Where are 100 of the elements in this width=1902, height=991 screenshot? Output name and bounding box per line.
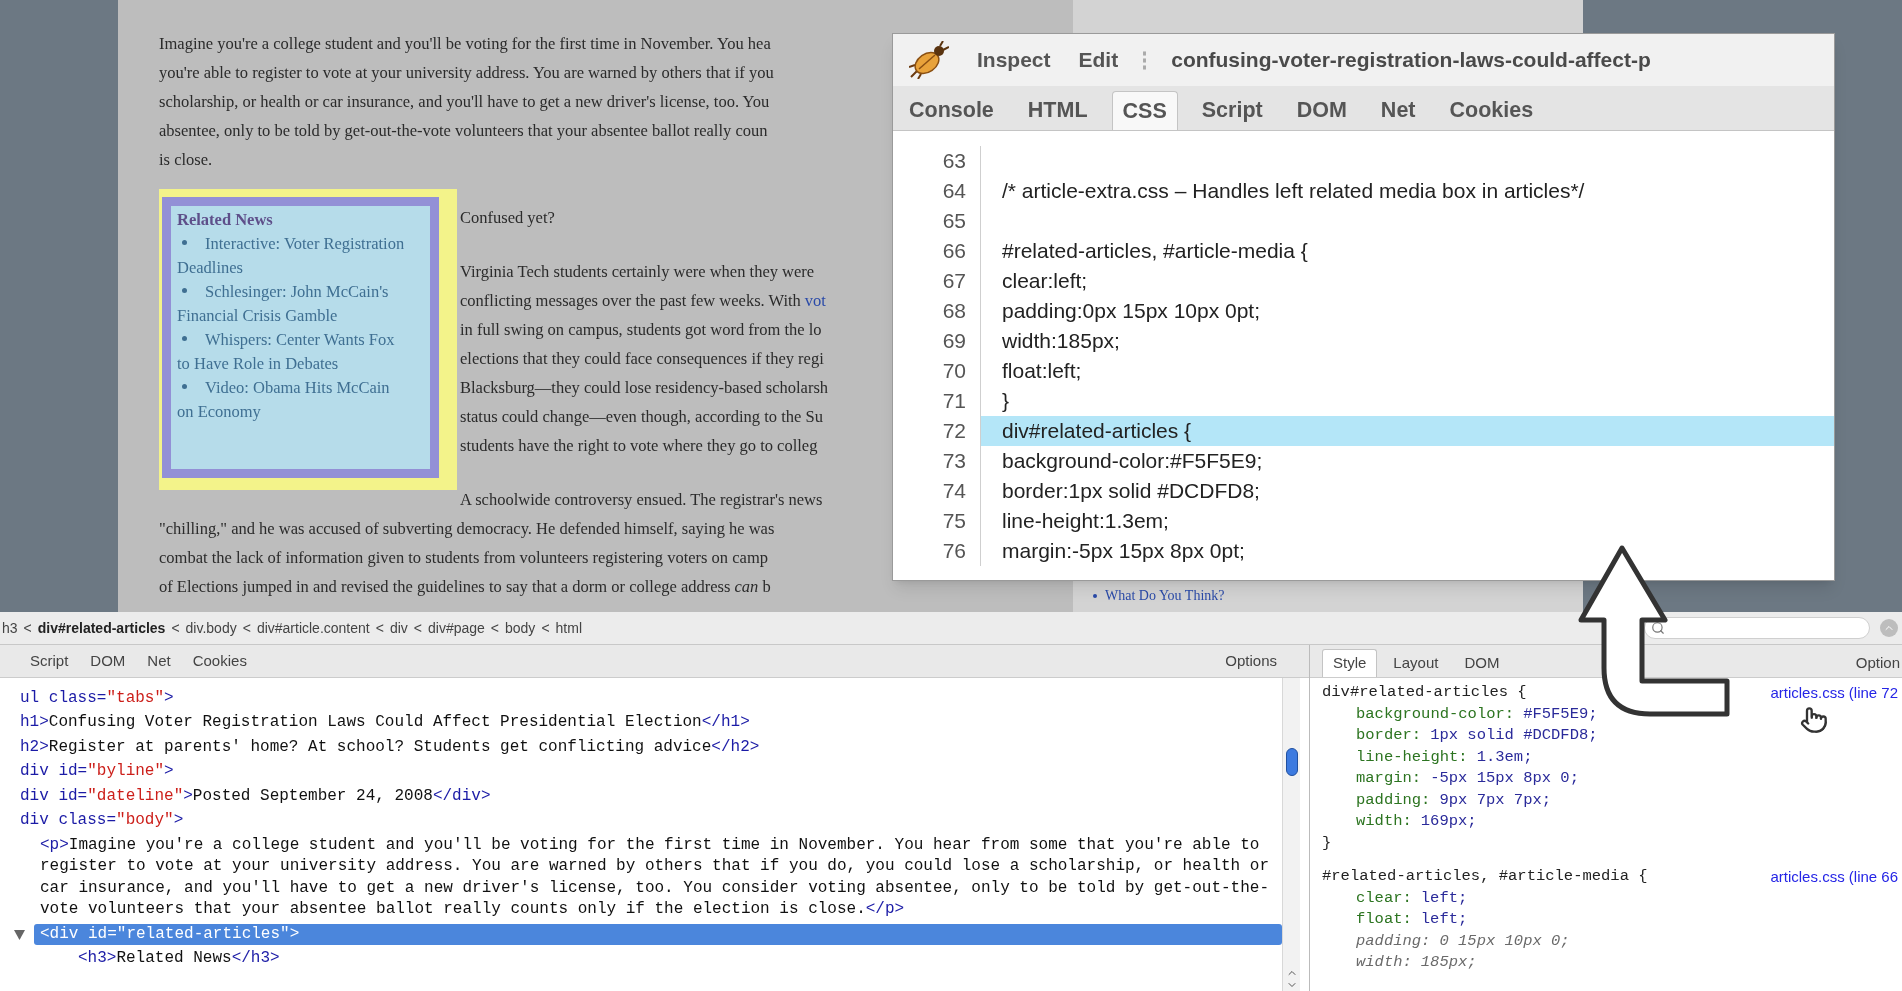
css-declaration[interactable]: line-height: 1.3em; bbox=[1356, 746, 1533, 768]
html-node-row[interactable]: h2>Register at parents' home? At school? Students get conflicting advice</h2> bbox=[14, 736, 1282, 758]
css-declaration[interactable]: background-color: #F5F5E9; bbox=[1356, 703, 1598, 725]
breadcrumb-separator: < bbox=[375, 618, 384, 638]
code-line: background-color:#F5F5E9; bbox=[1001, 448, 1264, 475]
page-title: confusing-voter-registration-laws-could-affect-p bbox=[1171, 47, 1651, 74]
css-declaration[interactable]: padding: 0 15px 10px 0; bbox=[1356, 930, 1570, 952]
line-number: 64 bbox=[942, 178, 966, 205]
side-panel-tab[interactable]: DOM bbox=[1454, 649, 1510, 677]
line-number: 71 bbox=[942, 388, 966, 415]
code-line: /* article-extra.css – Handles left related media box in articles*/ bbox=[1001, 178, 1586, 205]
source-link[interactable]: articles.css (line 66 bbox=[1770, 866, 1898, 888]
breadcrumb-separator: < bbox=[242, 618, 251, 638]
line-number: 73 bbox=[942, 448, 966, 475]
css-declaration[interactable]: width: 169px; bbox=[1356, 811, 1477, 833]
html-node-row[interactable]: <p>Imagine you're a college student and you'll be voting for the first time in November. You hear from some that you're able to register to vote at your university address. You are warned by others that if you do, you could lose a scholarship, or health or car insurance, and you'll have to get a new driver's license, too. You consider voting absentee, only to be told by get-out-the-vote volunteers that your absentee ballot really counts only if the election is close.</p> bbox=[34, 834, 1282, 921]
breadcrumb-item[interactable]: div#related-articles bbox=[37, 617, 166, 639]
css-brace: } bbox=[1322, 832, 1332, 854]
line-number: 66 bbox=[942, 238, 966, 265]
css-selector: #related-articles, #article-media { bbox=[1322, 866, 1648, 887]
html-node-row[interactable]: <div id="related-articles"> bbox=[34, 923, 1282, 945]
line-number: 75 bbox=[942, 508, 966, 535]
breadcrumb-item[interactable]: h3 bbox=[2, 617, 18, 639]
related-news-link[interactable]: Schlesinger: John McCain's Financial Crisis Gamble bbox=[177, 280, 424, 328]
inspector-tab[interactable]: DOM bbox=[1286, 91, 1357, 130]
bullet-icon bbox=[1093, 593, 1097, 598]
search-icon bbox=[1651, 621, 1665, 635]
html-node-row[interactable]: div class="body"> bbox=[14, 810, 1282, 832]
panel-tab[interactable]: Cookies bbox=[192, 649, 247, 673]
css-selector: div#related-articles { bbox=[1322, 682, 1527, 703]
search-field[interactable] bbox=[1644, 617, 1870, 639]
disclosure-triangle-icon[interactable] bbox=[14, 929, 25, 940]
scroll-thumb[interactable] bbox=[1285, 748, 1298, 776]
source-link[interactable]: articles.css (line 72 bbox=[1770, 682, 1898, 704]
article-text-line: scholarship, or health or car insurance, and you'll have to get a new driver's license, too. You bbox=[159, 91, 770, 113]
inspector-tab[interactable]: HTML bbox=[1017, 91, 1098, 130]
inspector-menu-item[interactable]: Inspect bbox=[977, 44, 1051, 76]
options-button[interactable]: Option bbox=[1855, 649, 1902, 677]
line-number: 72 bbox=[942, 418, 966, 445]
breadcrumb-item[interactable]: html bbox=[555, 617, 582, 639]
inspector-menu-item[interactable]: Edit bbox=[1078, 44, 1119, 76]
css-declaration[interactable]: margin: -5px 15px 8px 0; bbox=[1356, 768, 1579, 790]
breadcrumb-separator: < bbox=[490, 618, 499, 638]
options-button[interactable]: Options bbox=[1225, 649, 1277, 673]
bullet-icon bbox=[182, 384, 187, 389]
breadcrumb-separator: < bbox=[413, 618, 422, 638]
article-text-line: elections that they could face consequences if they regi bbox=[460, 348, 824, 370]
css-declaration[interactable]: width: 185px; bbox=[1356, 952, 1477, 974]
line-number: 76 bbox=[942, 538, 966, 565]
article-link[interactable]: vot bbox=[804, 286, 826, 315]
inspector-tab[interactable]: Net bbox=[1370, 91, 1426, 130]
inspector-tab[interactable]: Console bbox=[899, 91, 1004, 130]
line-number: 65 bbox=[942, 208, 966, 235]
line-number: 68 bbox=[942, 298, 966, 325]
bug-icon[interactable] bbox=[909, 41, 949, 79]
breadcrumb-separator: < bbox=[23, 618, 32, 638]
line-number: 74 bbox=[942, 478, 966, 505]
related-news-heading: Related News bbox=[177, 209, 273, 231]
side-panel-tab[interactable]: Style bbox=[1322, 649, 1378, 677]
article-text-line: is close. bbox=[159, 149, 213, 171]
html-node-row[interactable]: div id="dateline">Posted September 24, 2008</div> bbox=[14, 785, 1282, 807]
breadcrumb-item[interactable]: div#article.content bbox=[256, 617, 370, 639]
css-declaration[interactable]: padding: 9px 7px 7px; bbox=[1356, 789, 1552, 811]
inspector-tab[interactable]: Script bbox=[1191, 91, 1273, 130]
breadcrumb-item[interactable]: div.body bbox=[185, 617, 237, 639]
html-node-row[interactable]: ul class="tabs"> bbox=[14, 687, 1282, 709]
article-text-line: "chilling," and he was accused of subverting democracy. He defended himself, saying he was bbox=[159, 518, 775, 540]
inspector-tab[interactable]: Cookies bbox=[1439, 91, 1544, 130]
sidebar-link[interactable]: What Do You Think? bbox=[1105, 585, 1225, 606]
bullet-icon bbox=[182, 288, 187, 293]
line-number: 70 bbox=[942, 358, 966, 385]
article-text-line: in full swing on campus, students got word from the lo bbox=[460, 319, 822, 341]
code-line: margin:-5px 15px 8px 0pt; bbox=[1001, 538, 1246, 565]
css-declaration[interactable]: clear: left; bbox=[1356, 887, 1468, 909]
panel-tab[interactable]: DOM bbox=[90, 649, 126, 673]
breadcrumb-item[interactable]: body bbox=[505, 617, 536, 639]
breadcrumb-separator: < bbox=[171, 618, 180, 638]
side-panel-tab[interactable]: Layout bbox=[1383, 649, 1449, 677]
hand-cursor-icon bbox=[1800, 706, 1828, 734]
panel-tab[interactable]: Script bbox=[30, 649, 69, 673]
related-news-link[interactable]: Interactive: Voter Registration Deadlines bbox=[177, 232, 424, 280]
html-node-row[interactable]: div id="byline"> bbox=[14, 761, 1282, 783]
line-number: 69 bbox=[942, 328, 966, 355]
line-number: 67 bbox=[942, 268, 966, 295]
panel-tab[interactable]: Net bbox=[147, 649, 171, 673]
html-node-row[interactable]: <h3>Related News</h3> bbox=[72, 948, 1282, 970]
code-line: } bbox=[1001, 388, 1010, 415]
breadcrumb-item[interactable]: div bbox=[389, 617, 408, 639]
related-news-link[interactable]: Video: Obama Hits McCain on Economy bbox=[177, 376, 424, 424]
html-node-row[interactable]: h1>Confusing Voter Registration Laws Could Affect Presidential Election</h1> bbox=[14, 712, 1282, 734]
breadcrumb-item[interactable]: div#page bbox=[428, 617, 485, 639]
css-declaration[interactable]: border: 1px solid #DCDFD8; bbox=[1356, 725, 1598, 747]
scrollbar[interactable] bbox=[1282, 678, 1300, 991]
code-line: padding:0px 15px 10px 0pt; bbox=[1001, 298, 1262, 325]
article-text-line: students have the right to vote where they go to colleg bbox=[460, 435, 818, 457]
article-text-line: A schoolwide controversy ensued. The registrar's news bbox=[460, 489, 823, 511]
related-news-link[interactable]: Whispers: Center Wants Fox to Have Role in Debates bbox=[177, 328, 424, 376]
inspector-tab[interactable]: CSS bbox=[1111, 91, 1178, 130]
bullet-icon bbox=[182, 240, 187, 245]
css-declaration[interactable]: float: left; bbox=[1356, 909, 1468, 931]
